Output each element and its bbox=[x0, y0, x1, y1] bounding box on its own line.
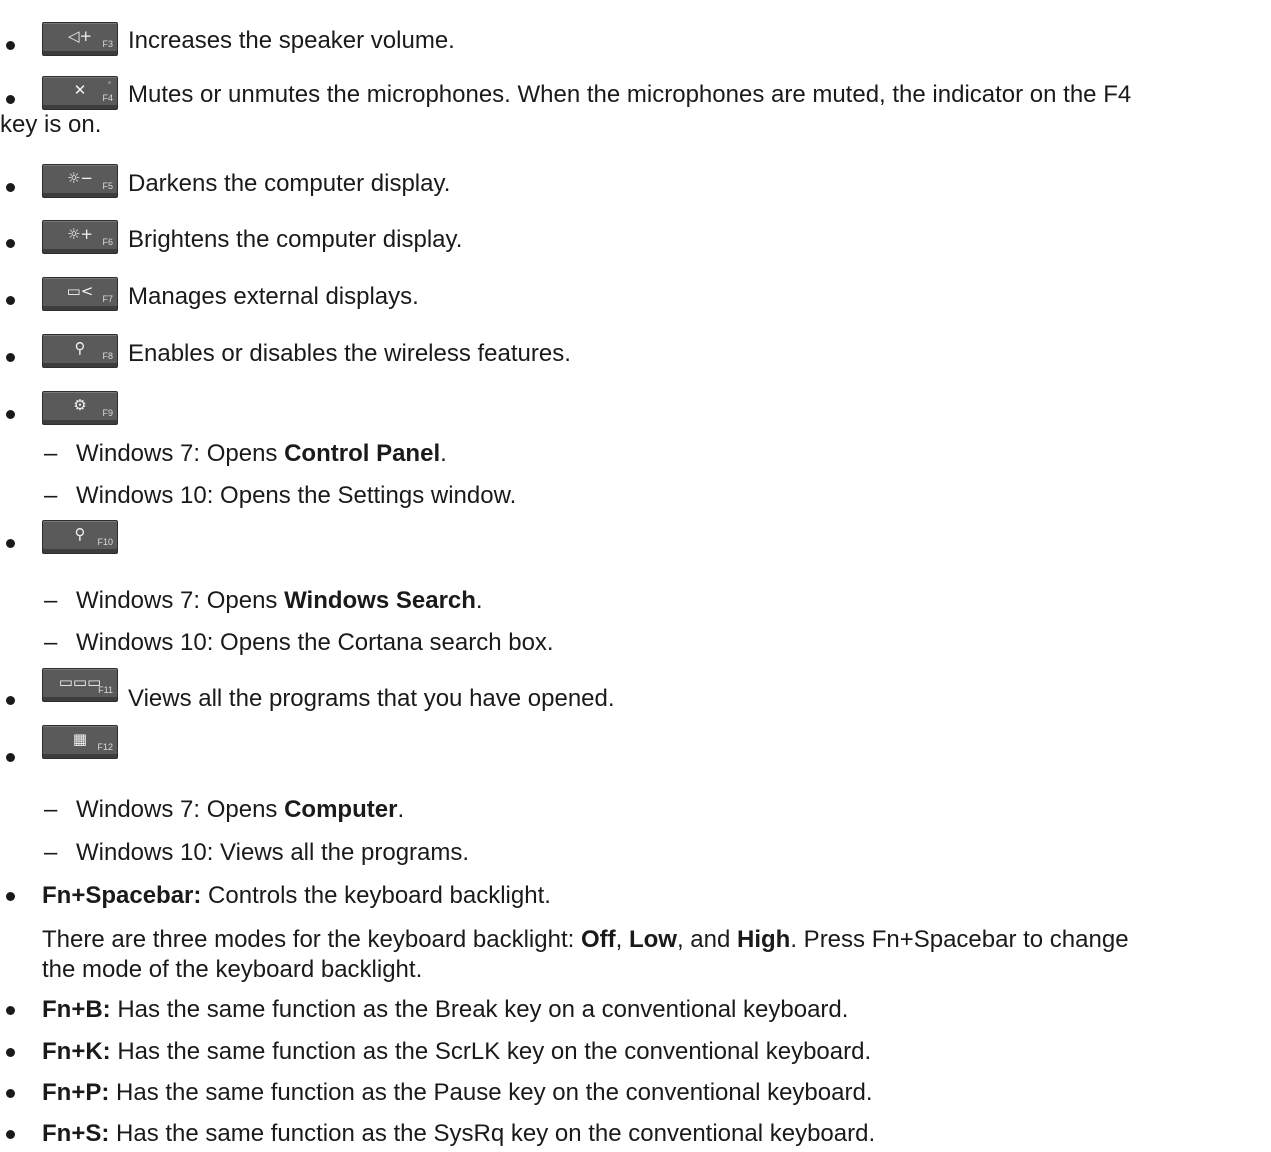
f5-brightness-down-key-icon: ☼− F5 bbox=[42, 164, 118, 198]
sub-item: Windows 7: Opens Control Panel. bbox=[76, 440, 447, 467]
bullet bbox=[6, 753, 15, 762]
item-description: Increases the speaker volume. bbox=[128, 27, 455, 54]
sub-bullet-dash: – bbox=[44, 482, 58, 509]
f3-volume-up-key-icon: ◁+ F3 bbox=[42, 22, 118, 56]
bullet bbox=[6, 353, 15, 362]
item-description: Views all the programs that you have ope… bbox=[128, 685, 615, 712]
sub-bullet-dash: – bbox=[44, 796, 58, 823]
item-description: Fn+Spacebar: Controls the keyboard backl… bbox=[42, 882, 551, 909]
sub-bullet-dash: – bbox=[44, 839, 58, 866]
bullet bbox=[6, 95, 15, 104]
f10-search-key-icon: ⚲ F10 bbox=[42, 520, 118, 554]
bullet bbox=[6, 696, 15, 705]
sub-bullet-dash: – bbox=[44, 587, 58, 614]
bullet bbox=[6, 41, 15, 50]
bullet bbox=[6, 296, 15, 305]
f7-display-switch-key-icon: ▭< F7 bbox=[42, 277, 118, 311]
sub-item: Windows 7: Opens Computer. bbox=[76, 796, 405, 823]
item-description: Darkens the computer display. bbox=[128, 170, 451, 197]
item-description: Fn+S: Has the same function as the SysRq… bbox=[42, 1120, 876, 1147]
bullet bbox=[6, 1006, 15, 1015]
bullet bbox=[6, 1130, 15, 1139]
sub-item: Windows 10: Opens the Cortana search box… bbox=[76, 629, 554, 656]
f9-settings-key-icon: ⚙ F9 bbox=[42, 391, 118, 425]
bullet bbox=[6, 1048, 15, 1057]
bullet bbox=[6, 183, 15, 192]
f11-task-view-key-icon: ▭▭▭ F11 bbox=[42, 668, 118, 702]
f4-mic-mute-key-icon: ✕ F4 bbox=[42, 76, 118, 110]
item-description-continued: key is on. bbox=[0, 111, 102, 138]
item-description: Manages external displays. bbox=[128, 283, 419, 310]
item-description: Brightens the computer display. bbox=[128, 226, 463, 253]
bullet bbox=[6, 239, 15, 248]
bullet bbox=[6, 539, 15, 548]
backlight-modes-paragraph: There are three modes for the keyboard b… bbox=[42, 926, 1129, 953]
sub-item: Windows 10: Views all the programs. bbox=[76, 839, 470, 866]
sub-bullet-dash: – bbox=[44, 440, 58, 467]
backlight-modes-paragraph-continued: the mode of the keyboard backlight. bbox=[42, 956, 423, 983]
sub-bullet-dash: – bbox=[44, 629, 58, 656]
bullet bbox=[6, 1089, 15, 1098]
indicator-light-icon bbox=[108, 81, 111, 84]
item-description: Fn+B: Has the same function as the Break… bbox=[42, 996, 849, 1023]
item-description: Fn+K: Has the same function as the ScrLK… bbox=[42, 1038, 872, 1065]
f8-wireless-key-icon: ⚲ F8 bbox=[42, 334, 118, 368]
bullet bbox=[6, 410, 15, 419]
item-description: Fn+P: Has the same function as the Pause… bbox=[42, 1079, 873, 1106]
f12-all-apps-key-icon: ▦ F12 bbox=[42, 725, 118, 759]
bullet bbox=[6, 892, 15, 901]
item-description: Enables or disables the wireless feature… bbox=[128, 340, 571, 367]
sub-item: Windows 7: Opens Windows Search. bbox=[76, 587, 483, 614]
document-page: ◁+ F3 Increases the speaker volume. ✕ F4… bbox=[0, 0, 1271, 1152]
sub-item: Windows 10: Opens the Settings window. bbox=[76, 482, 517, 509]
f6-brightness-up-key-icon: ☼+ F6 bbox=[42, 220, 118, 254]
item-description: Mutes or unmutes the microphones. When t… bbox=[128, 81, 1132, 108]
